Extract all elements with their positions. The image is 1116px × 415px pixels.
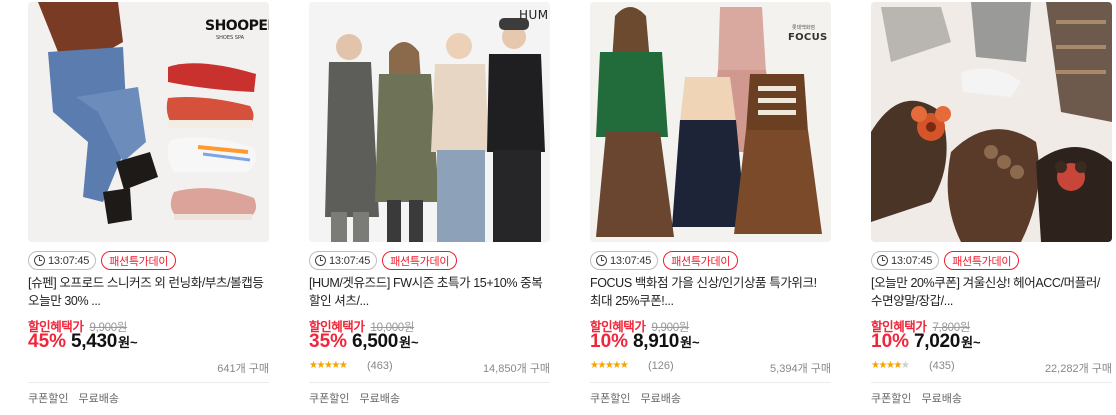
coupon-badge: 쿠폰할인 <box>590 393 631 405</box>
review-count[interactable]: (435) <box>929 360 955 372</box>
product-image[interactable]: SHOOPEN SHOES SPA <box>28 2 269 242</box>
coupon-badge: 쿠폰할인 <box>28 393 69 405</box>
accessories-illustration <box>871 2 1112 242</box>
sale-price: 5,430 <box>71 331 118 352</box>
timer-text: 13:07:45 <box>610 254 652 267</box>
price-unit: 원~ <box>118 335 138 350</box>
product-card[interactable]: SHOOPEN SHOES SPA 13:07:45 패션특가데이 [슈펜] 오… <box>28 2 269 415</box>
discount-rate: 10% <box>590 331 629 352</box>
deal-timer: 13:07:45 <box>871 251 940 270</box>
star-icon: ★ <box>597 360 606 371</box>
product-stats: ★★★★★ (126) 5,394개 구매 <box>590 360 831 376</box>
tag-row: 13:07:45 패션특가데이 <box>309 251 458 270</box>
price-unit: 원~ <box>399 335 419 350</box>
timer-text: 13:07:45 <box>329 254 371 267</box>
star-icon: ★ <box>612 360 621 371</box>
models-illustration <box>309 2 550 242</box>
product-title[interactable]: FOCUS 백화점 가을 신상/인기상품 특가위크! 최대 25%쿠폰!... <box>590 274 831 310</box>
discount-rate: 10% <box>871 331 910 352</box>
benefit-badges: 쿠폰할인 무료배송 <box>28 390 119 406</box>
star-icon: ★ <box>900 360 910 371</box>
benefit-row: 할인혜택가 10,000원 <box>309 316 414 334</box>
clock-icon <box>315 255 326 266</box>
timer-text: 13:07:45 <box>48 254 90 267</box>
buy-count: 5,394개 구매 <box>770 363 831 375</box>
free-shipping-badge: 무료배송 <box>640 393 681 405</box>
divider <box>590 382 831 383</box>
buy-count: 14,850개 구매 <box>482 363 550 375</box>
benefit-row: 할인혜택가 9,900원 <box>28 316 127 334</box>
star-icon: ★ <box>338 360 348 371</box>
product-title[interactable]: [오늘만 20%쿠폰] 겨울신상! 헤어ACC/머플러/수면양말/장갑/... <box>871 274 1112 310</box>
product-stats: 641개 구매 <box>28 360 269 376</box>
product-card[interactable]: 13:07:45 패션특가데이 [오늘만 20%쿠폰] 겨울신상! 헤어ACC/… <box>871 2 1112 415</box>
product-title[interactable]: [슈펜] 오프로드 스니커즈 외 런닝화/부츠/볼캡등 오늘만 30% ... <box>28 274 269 310</box>
clock-icon <box>34 255 45 266</box>
sale-price: 8,910 <box>633 331 680 352</box>
tag-row: 13:07:45 패션특가데이 <box>590 251 739 270</box>
star-icon: ★ <box>878 360 887 371</box>
product-card[interactable]: HUM 13:07:45 패션특가데이 [HUM/겟유즈드] FW시즌 초특가 … <box>309 2 550 415</box>
benefit-badges: 쿠폰할인 무료배송 <box>590 390 681 406</box>
brand-logo: HUM <box>519 8 549 22</box>
clock-icon <box>596 255 607 266</box>
price-row: 10% 8,910 원~ <box>590 331 700 355</box>
deal-timer: 13:07:45 <box>309 251 378 270</box>
price-row: 10% 7,020 원~ <box>871 331 981 355</box>
benefit-badges: 쿠폰할인 무료배송 <box>309 390 400 406</box>
free-shipping-badge: 무료배송 <box>359 393 400 405</box>
product-image[interactable] <box>871 2 1112 242</box>
benefit-row: 할인혜택가 9,900원 <box>590 316 689 334</box>
sale-price: 7,020 <box>914 331 961 352</box>
star-icon: ★ <box>619 360 629 371</box>
divider <box>871 382 1112 383</box>
event-badge: 패션특가데이 <box>101 251 177 270</box>
coupon-badge: 쿠폰할인 <box>309 393 350 405</box>
deal-timer: 13:07:45 <box>28 251 97 270</box>
product-image[interactable]: HUM <box>309 2 550 242</box>
event-badge: 패션특가데이 <box>944 251 1020 270</box>
product-image[interactable]: 롯데백화점 FOCUS <box>590 2 831 242</box>
tag-row: 13:07:45 패션특가데이 <box>28 251 177 270</box>
price-row: 35% 6,500 원~ <box>309 331 419 355</box>
review-count[interactable]: (463) <box>367 360 393 372</box>
benefit-badges: 쿠폰할인 무료배송 <box>871 390 962 406</box>
price-unit: 원~ <box>961 335 981 350</box>
star-rating: ★★★★★ <box>309 360 348 371</box>
divider <box>309 382 550 383</box>
free-shipping-badge: 무료배송 <box>921 393 962 405</box>
price-unit: 원~ <box>680 335 700 350</box>
brand-logo: SHOOPEN <box>205 18 269 34</box>
clock-icon <box>877 255 888 266</box>
tag-row: 13:07:45 패션특가데이 <box>871 251 1020 270</box>
product-card[interactable]: 롯데백화점 FOCUS 13:07:45 패션특가데이 FOCUS 백화점 가을… <box>590 2 831 415</box>
product-stats: ★★★★★ (463) 14,850개 구매 <box>309 360 550 376</box>
free-shipping-badge: 무료배송 <box>78 393 119 405</box>
event-badge: 패션특가데이 <box>663 251 739 270</box>
price-row: 45% 5,430 원~ <box>28 331 138 355</box>
deal-timer: 13:07:45 <box>590 251 659 270</box>
timer-text: 13:07:45 <box>891 254 933 267</box>
brand-logo-sub: SHOES SPA <box>216 35 245 41</box>
buy-count: 641개 구매 <box>217 363 269 375</box>
event-badge: 패션특가데이 <box>382 251 458 270</box>
star-icon: ★ <box>331 360 340 371</box>
coupon-badge: 쿠폰할인 <box>871 393 912 405</box>
star-rating: ★★★★★ <box>590 360 629 371</box>
star-icon: ★ <box>893 360 902 371</box>
product-grid: SHOOPEN SHOES SPA 13:07:45 패션특가데이 [슈펜] 오… <box>28 2 1116 415</box>
buy-count: 22,282개 구매 <box>1044 363 1112 375</box>
discount-rate: 45% <box>28 331 67 352</box>
discount-rate: 35% <box>309 331 348 352</box>
product-title[interactable]: [HUM/겟유즈드] FW시즌 초특가 15+10% 중복 할인 셔츠/... <box>309 274 550 310</box>
benefit-row: 할인혜택가 7,800원 <box>871 316 970 334</box>
sale-price: 6,500 <box>352 331 399 352</box>
review-count[interactable]: (126) <box>648 360 674 372</box>
brand-logo-sub: 롯데백화점 <box>792 25 816 31</box>
brand-logo: FOCUS <box>788 32 828 43</box>
product-stats: ★★★★★ (435) 22,282개 구매 <box>871 360 1112 376</box>
star-rating: ★★★★★ <box>871 360 910 371</box>
star-icon: ★ <box>316 360 325 371</box>
divider <box>28 382 269 383</box>
